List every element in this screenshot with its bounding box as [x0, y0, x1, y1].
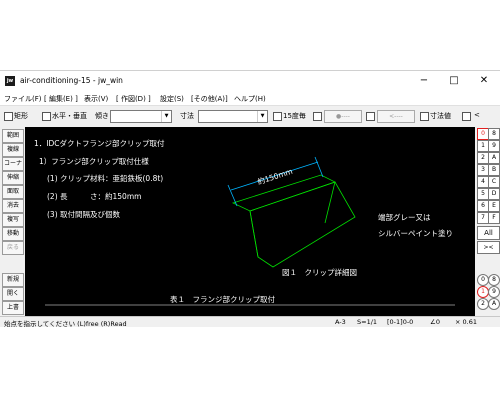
arrow-checkbox[interactable] — [366, 112, 375, 121]
tool-open[interactable]: 開く — [2, 287, 24, 301]
left-toolbox: 範囲 複線 コーナー 伸縮 面取 消去 複写 移動 戻る 新規 開く 上書 — [0, 127, 24, 316]
tool-extend[interactable]: 伸縮 — [2, 171, 24, 185]
close-button[interactable]: ✕ — [470, 73, 498, 89]
table-caption: 表１ フランジ部クリップ取付 — [170, 295, 275, 304]
drawing-canvas[interactable]: 1．IDCダクトフランジ部クリップ取付 1）フランジ部クリップ取付仕様 (1) … — [25, 127, 475, 316]
layer-f[interactable]: F — [488, 212, 500, 224]
menu-other[interactable]: [その他(A)] — [191, 94, 228, 104]
tool-save[interactable]: 上書 — [2, 301, 24, 315]
spec-material: (1) クリップ材料：亜鉛鉄板(0.8t) — [47, 174, 164, 183]
clip-top-face — [231, 174, 337, 212]
tilt-label: 傾き — [95, 112, 109, 120]
layer-b[interactable]: B — [488, 164, 500, 176]
tool-copy[interactable]: 複写 — [2, 213, 24, 227]
menu-view[interactable]: 表示(V) — [84, 94, 108, 104]
paint-note-2: シルバーペイント塗り — [378, 229, 453, 238]
layer-panel: 0 8 1 9 2 A 3 B 4 C 5 D 6 E 7 F All >< 0… — [476, 127, 500, 316]
dimension-value-label: 寸法値 — [430, 112, 451, 120]
dimension-combo[interactable]: ▼ — [198, 110, 268, 123]
heading-2: 1）フランジ部クリップ取付仕様 — [39, 157, 149, 166]
horizontal-vertical-label: 水平・垂直 — [52, 112, 87, 120]
dimension-ext-right — [314, 156, 324, 178]
group-layer-a[interactable]: A — [488, 298, 500, 310]
menu-help[interactable]: ヘルプ(H) — [234, 94, 266, 104]
status-prompt: 始点を指示してください (L)free (R)Read — [4, 320, 127, 328]
spec-interval: (3) 取付間隔及び個数 — [47, 210, 121, 219]
minimize-button[interactable]: − — [410, 73, 438, 89]
layer-a[interactable]: A — [488, 152, 500, 164]
app-icon: jw — [5, 76, 15, 86]
tool-chamfer[interactable]: 面取 — [2, 185, 24, 199]
chevron-down-icon[interactable]: ▼ — [257, 111, 267, 122]
lt-checkbox[interactable] — [462, 112, 471, 121]
group-layer-9[interactable]: 9 — [488, 286, 500, 298]
status-paper[interactable]: A-3 — [335, 318, 346, 326]
clip-edge — [249, 210, 259, 258]
status-scale[interactable]: S=1/1 — [357, 318, 377, 326]
arrow-line-button[interactable]: <‑‑‑‑ — [377, 110, 415, 123]
layer-toggle-button[interactable]: >< — [477, 241, 500, 254]
menu-file[interactable]: ファイル(F) — [4, 94, 42, 104]
paint-note-1: 端部グレー又は — [378, 213, 431, 222]
tool-parallel[interactable]: 複線 — [2, 143, 24, 157]
tool-range[interactable]: 範囲 — [2, 129, 24, 143]
menu-edit[interactable]: [ 編集(E) ] — [44, 94, 78, 104]
application-window: jw air-conditioning-15 - jw_win − □ ✕ ファ… — [0, 70, 500, 328]
tool-corner[interactable]: コーナー — [2, 157, 24, 179]
layer-all-button[interactable]: All — [477, 226, 500, 240]
clip-side-face — [249, 181, 356, 268]
status-bar: 始点を指示してください (L)free (R)Read A-3 S=1/1 [0… — [0, 316, 500, 328]
layer-d[interactable]: D — [488, 188, 500, 200]
dimension-label: 寸法 — [180, 112, 194, 120]
tool-move[interactable]: 移動 — [2, 227, 24, 241]
layer-9[interactable]: 9 — [488, 140, 500, 152]
group-layer-8[interactable]: 8 — [488, 274, 500, 286]
dot-checkbox[interactable] — [313, 112, 322, 121]
status-layer[interactable]: [0-1]0-0 — [387, 318, 413, 326]
deg15-checkbox[interactable] — [273, 112, 282, 121]
layer-e[interactable]: E — [488, 200, 500, 212]
horizontal-vertical-checkbox[interactable] — [42, 112, 51, 121]
lt-label: < — [474, 111, 480, 119]
rect-checkbox[interactable] — [4, 112, 13, 121]
spec-length: (2) 長 さ：約150mm — [47, 192, 142, 201]
layer-8[interactable]: 8 — [488, 128, 500, 140]
rect-label: 矩形 — [14, 112, 28, 120]
status-zoom[interactable]: × 0.61 — [455, 318, 477, 326]
chevron-down-icon[interactable]: ▼ — [161, 111, 171, 122]
title-bar: jw air-conditioning-15 - jw_win − □ ✕ — [0, 71, 500, 91]
tool-new[interactable]: 新規 — [2, 273, 24, 287]
tool-erase[interactable]: 消去 — [2, 199, 24, 213]
maximize-button[interactable]: □ — [440, 73, 468, 89]
clip-inner-edge — [324, 181, 336, 224]
dot-line-button[interactable]: ●‑‑‑‑ — [324, 110, 362, 123]
layer-c[interactable]: C — [488, 176, 500, 188]
figure-caption: 図１ クリップ詳細図 — [282, 268, 357, 277]
menu-settings[interactable]: 設定(S) — [160, 94, 184, 104]
deg15-label: 15度毎 — [283, 112, 306, 120]
window-title: air-conditioning-15 - jw_win — [20, 76, 123, 85]
heading-1: 1．IDCダクトフランジ部クリップ取付 — [34, 139, 165, 148]
dimension-value-checkbox[interactable] — [420, 112, 429, 121]
status-angle[interactable]: ∠0 — [430, 318, 440, 326]
toolbar: 矩形 水平・垂直 傾き ▼ 寸法 ▼ 15度毎 ●‑‑‑‑ <‑‑‑‑ 寸法値 … — [0, 105, 500, 126]
tool-undo[interactable]: 戻る — [2, 241, 24, 255]
tilt-combo[interactable]: ▼ — [110, 110, 172, 123]
menu-draw[interactable]: [ 作図(D) ] — [116, 94, 151, 104]
menu-bar: ファイル(F) [ 編集(E) ] 表示(V) [ 作図(D) ] 設定(S) … — [0, 91, 500, 105]
